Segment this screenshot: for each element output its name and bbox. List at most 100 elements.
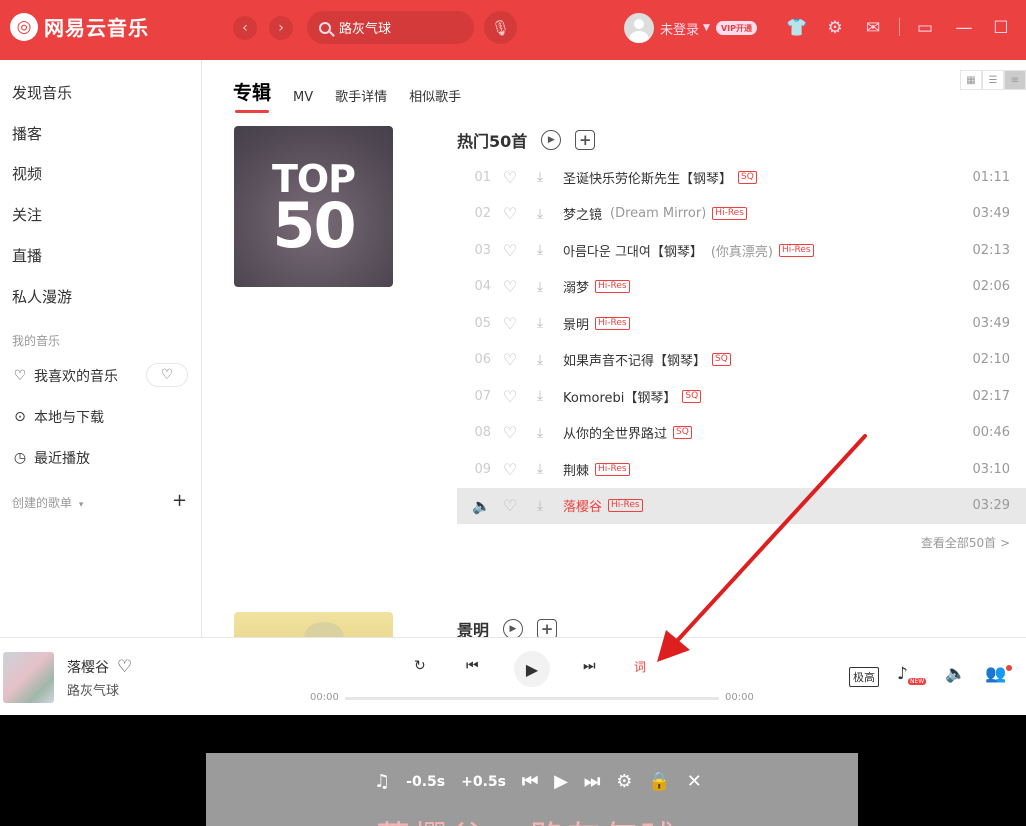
- now-playing-artist[interactable]: 路灰气球: [67, 680, 119, 699]
- search-box[interactable]: [307, 11, 474, 44]
- vip-badge[interactable]: VIP开通: [715, 21, 757, 35]
- add-all-button[interactable]: +: [575, 130, 596, 150]
- previous-icon[interactable]: ⏮: [522, 771, 538, 792]
- tab-similar-artists[interactable]: 相似歌手: [409, 86, 461, 105]
- lock-icon[interactable]: 🔒: [648, 771, 670, 792]
- settings-button[interactable]: ⚙: [824, 17, 846, 39]
- messages-button[interactable]: ✉: [862, 17, 884, 39]
- now-playing-cover[interactable]: [3, 652, 54, 703]
- add-album-button[interactable]: +: [537, 619, 558, 637]
- heart-icon[interactable]: ♡: [501, 314, 519, 333]
- album-cover-jingming[interactable]: [234, 612, 393, 637]
- download-icon[interactable]: ⤓: [531, 315, 549, 331]
- logo[interactable]: ◎ 网易云音乐: [10, 12, 149, 41]
- download-icon[interactable]: ⤓: [531, 388, 549, 404]
- avatar[interactable]: [624, 13, 654, 43]
- table-row-playing[interactable]: 🔈 ♡ ⤓ 落樱谷 Hi-Res 03:29: [457, 487, 1026, 524]
- grid-view-icon[interactable]: ▦: [960, 70, 982, 90]
- heart-icon[interactable]: ♡: [501, 168, 519, 187]
- track-title: 荆棘 Hi-Res: [563, 460, 630, 479]
- track-number: 04: [474, 279, 491, 295]
- skin-button[interactable]: 👕: [786, 17, 808, 39]
- table-row[interactable]: 01 ♡ ⤓ 圣诞快乐劳伦斯先生【钢琴】 SQ 01:11: [457, 159, 1026, 196]
- next-button[interactable]: ⏭: [583, 658, 596, 674]
- plus-icon: +: [172, 490, 188, 511]
- forward-button[interactable]: ›: [269, 16, 293, 40]
- see-all-link[interactable]: 查看全部50首 >: [921, 534, 1010, 551]
- table-row[interactable]: 05 ♡ ⤓ 景明 Hi-Res 03:49: [457, 305, 1026, 342]
- table-row[interactable]: 08 ♡ ⤓ 从你的全世界路过 SQ 00:46: [457, 415, 1026, 452]
- sidebar-item-recent[interactable]: ◷ 最近播放: [12, 448, 90, 468]
- lyrics-button[interactable]: 词: [634, 658, 646, 675]
- next-icon[interactable]: ⏭: [584, 771, 600, 792]
- heart-icon[interactable]: ♡: [501, 204, 519, 223]
- search-input[interactable]: [339, 20, 459, 35]
- tab-album[interactable]: 专辑: [233, 78, 271, 113]
- volume-button[interactable]: 🔈: [945, 664, 966, 684]
- heart-icon[interactable]: ♡: [501, 423, 519, 442]
- mini-mode-button[interactable]: ▭: [914, 17, 936, 39]
- user-menu[interactable]: 未登录 ▼ VIP开通: [624, 13, 757, 43]
- heart-icon[interactable]: ♡: [501, 277, 519, 296]
- close-icon[interactable]: ✕: [687, 771, 702, 792]
- list-view-icon[interactable]: ☰: [982, 70, 1004, 90]
- sidebar-item-video[interactable]: 视频: [12, 163, 42, 184]
- sound-effect-button[interactable]: ♪: [897, 664, 908, 684]
- heart-icon[interactable]: ♡: [501, 241, 519, 260]
- sidebar-item-fm[interactable]: 私人漫游: [12, 286, 72, 307]
- chevron-right-icon: ›: [278, 20, 284, 36]
- download-icon[interactable]: ⤓: [531, 206, 549, 222]
- previous-button[interactable]: ⏮: [466, 658, 479, 674]
- table-row[interactable]: 03 ♡ ⤓ 아름다운 그대여【钢琴】 (你真漂亮) Hi-Res 02:13: [457, 232, 1026, 269]
- gear-icon[interactable]: ⚙: [616, 771, 632, 792]
- lyric-advance-button[interactable]: +0.5s: [461, 774, 506, 790]
- listen-together-button[interactable]: 👥: [985, 664, 1006, 684]
- heart-icon[interactable]: ♡: [501, 460, 519, 479]
- sidebar-item-follow[interactable]: 关注: [12, 204, 42, 225]
- download-icon[interactable]: ⤓: [531, 242, 549, 258]
- minimize-button[interactable]: —: [953, 17, 975, 39]
- heart-icon[interactable]: ♡: [501, 350, 519, 369]
- download-icon[interactable]: ⤓: [531, 169, 549, 185]
- detail-view-icon[interactable]: ≡: [1004, 70, 1026, 90]
- now-playing-song[interactable]: 落樱谷: [67, 657, 109, 677]
- table-row[interactable]: 07 ♡ ⤓ Komorebi【钢琴】 SQ 02:17: [457, 378, 1026, 415]
- heart-icon[interactable]: ♡: [501, 496, 519, 515]
- play-icon[interactable]: ▶: [554, 771, 568, 792]
- table-row[interactable]: 06 ♡ ⤓ 如果声音不记得【钢琴】 SQ 02:10: [457, 342, 1026, 379]
- play-button[interactable]: ▶: [514, 651, 550, 687]
- create-playlist-button[interactable]: +: [172, 490, 187, 511]
- heartbeat-mode-button[interactable]: ♡: [146, 363, 188, 387]
- user-name[interactable]: 未登录: [660, 19, 699, 38]
- top50-cover[interactable]: TOP 50: [234, 126, 393, 287]
- table-row[interactable]: 09 ♡ ⤓ 荆棘 Hi-Res 03:10: [457, 451, 1026, 488]
- voice-search-button[interactable]: 🎙: [484, 11, 517, 44]
- table-row[interactable]: 04 ♡ ⤓ 溺梦 Hi-Res 02:06: [457, 269, 1026, 306]
- lyric-delay-button[interactable]: -0.5s: [406, 774, 445, 790]
- download-icon[interactable]: ⤓: [531, 352, 549, 368]
- back-button[interactable]: ‹: [233, 16, 257, 40]
- progress-bar[interactable]: [345, 697, 719, 700]
- play-all-button[interactable]: ▶: [541, 130, 562, 150]
- play-album-button[interactable]: ▶: [503, 619, 524, 637]
- tab-mv[interactable]: MV: [293, 90, 313, 105]
- heart-icon[interactable]: ♡: [117, 657, 132, 677]
- music-note-icon[interactable]: ♫: [374, 771, 390, 792]
- heart-icon[interactable]: ♡: [501, 387, 519, 406]
- sidebar-item-liked[interactable]: ♡ 我喜欢的音乐: [12, 366, 118, 386]
- sidebar-item-live[interactable]: 直播: [12, 245, 42, 266]
- table-row[interactable]: 02 ♡ ⤓ 梦之镜 (Dream Mirror) Hi-Res 03:49: [457, 196, 1026, 233]
- maximize-button[interactable]: ☐: [990, 17, 1012, 39]
- download-icon[interactable]: ⤓: [531, 425, 549, 441]
- sidebar-item-podcast[interactable]: 播客: [12, 123, 42, 144]
- sidebar-item-discover[interactable]: 发现音乐: [12, 82, 72, 103]
- download-icon[interactable]: ⤓: [531, 461, 549, 477]
- download-icon[interactable]: ⤓: [531, 279, 549, 295]
- quality-button[interactable]: 极高: [849, 667, 879, 687]
- created-playlists-section[interactable]: 创建的歌单 ▾: [12, 494, 83, 511]
- download-icon[interactable]: ⤓: [531, 498, 549, 514]
- caret-down-icon[interactable]: ▼: [703, 23, 710, 33]
- play-mode-button[interactable]: ↻: [414, 658, 426, 674]
- sidebar-item-local[interactable]: ⊙ 本地与下载: [12, 407, 104, 427]
- tab-artist-detail[interactable]: 歌手详情: [335, 86, 387, 105]
